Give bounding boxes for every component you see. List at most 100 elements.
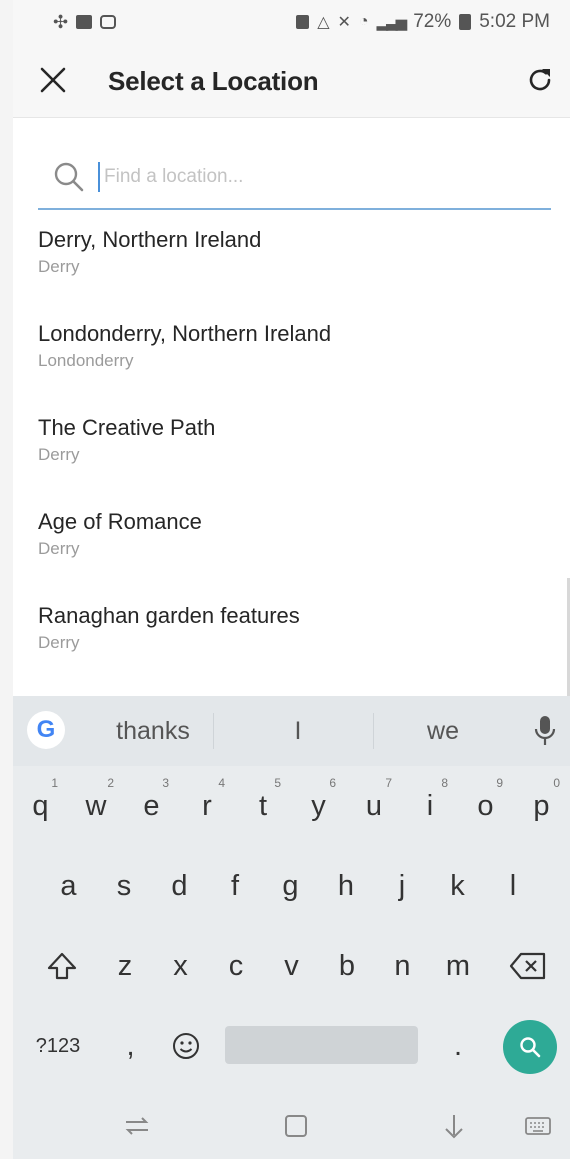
location-name: Derry, Northern Ireland	[38, 227, 262, 252]
search-input[interactable]	[98, 162, 518, 192]
key-q[interactable]: q1	[13, 766, 68, 846]
symbols-key[interactable]: ?123	[18, 1006, 98, 1086]
key-u[interactable]: u7	[346, 766, 402, 846]
key-t[interactable]: t5	[235, 766, 291, 846]
key-y[interactable]: y6	[291, 766, 346, 846]
app-header: Select a Location	[13, 44, 570, 118]
key-h[interactable]: h	[318, 846, 374, 926]
backspace-key[interactable]	[493, 926, 563, 1006]
key-label: t	[258, 789, 268, 822]
list-item[interactable]: Derry, Northern Ireland Derry	[38, 226, 558, 320]
key-label: u	[365, 789, 383, 822]
recent-apps-icon	[125, 1117, 149, 1135]
key-hint: 5	[274, 776, 281, 790]
search-icon	[520, 1037, 541, 1058]
key-w[interactable]: w2	[68, 766, 124, 846]
phone-screen: ✣ △ ✕ ◔ ▂▃▅ 72% 5:02 PM Select a Locatio…	[13, 0, 570, 1159]
soft-keyboard: G thanks I we q1 w2 e3 r4 t5 y6 u7 i8 o …	[13, 696, 570, 1159]
back-button[interactable]	[437, 1109, 471, 1143]
key-hint: 7	[385, 776, 392, 790]
key-row-4: ?123 , .	[13, 1006, 570, 1086]
status-bar: ✣ △ ✕ ◔ ▂▃▅ 72% 5:02 PM	[13, 0, 570, 44]
list-item[interactable]: Londonderry, Northern Ireland Londonderr…	[38, 320, 558, 414]
suggestion-3[interactable]: we	[373, 696, 513, 766]
location-name: Ranaghan garden features	[38, 603, 300, 628]
keyboard-switch-button[interactable]	[521, 1109, 555, 1143]
period-key[interactable]: .	[433, 1006, 483, 1086]
list-item[interactable]: The Creative Path Derry	[38, 414, 558, 508]
lock-icon	[296, 15, 310, 29]
clock: 5:02 PM	[479, 11, 550, 32]
suggestion-2[interactable]: I	[223, 696, 373, 766]
key-v[interactable]: v	[264, 926, 319, 1006]
backspace-icon	[509, 952, 546, 980]
location-subtitle: Derry	[38, 539, 80, 558]
key-g[interactable]: g	[263, 846, 318, 926]
list-item[interactable]: Ranaghan garden features Derry	[38, 602, 558, 696]
key-label: r	[202, 789, 212, 822]
key-j[interactable]: j	[374, 846, 430, 926]
key-label: y	[311, 789, 326, 822]
key-row-2: a s d f g h j k l	[13, 846, 570, 926]
refresh-icon	[529, 69, 551, 91]
key-hint: 9	[496, 776, 503, 790]
key-label: o	[477, 789, 494, 822]
key-label: w	[85, 789, 107, 822]
video-icon	[76, 15, 93, 29]
key-d[interactable]: d	[152, 846, 207, 926]
status-left-icons: ✣	[53, 11, 117, 33]
key-m[interactable]: m	[430, 926, 486, 1006]
refresh-button[interactable]	[522, 62, 558, 98]
key-hint: 2	[107, 776, 114, 790]
shift-key[interactable]	[27, 926, 97, 1006]
google-icon[interactable]: G	[27, 711, 65, 749]
key-row-1: q1 w2 e3 r4 t5 y6 u7 i8 o9 p0	[13, 766, 570, 846]
key-s[interactable]: s	[96, 846, 152, 926]
location-list-panel: Derry, Northern Ireland Derry Londonderr…	[13, 118, 570, 698]
key-b[interactable]: b	[319, 926, 375, 1006]
key-a[interactable]: a	[41, 846, 96, 926]
home-icon	[285, 1115, 307, 1137]
home-button[interactable]	[279, 1109, 313, 1143]
emoji-icon	[172, 1033, 199, 1059]
key-i[interactable]: i8	[402, 766, 458, 846]
recent-apps-button[interactable]	[120, 1109, 154, 1143]
key-l[interactable]: l	[485, 846, 541, 926]
comma-key[interactable]: ,	[108, 1006, 153, 1086]
key-k[interactable]: k	[430, 846, 485, 926]
key-hint: 8	[441, 776, 448, 790]
page-title: Select a Location	[108, 66, 319, 96]
close-icon	[40, 67, 66, 93]
battery-icon	[459, 14, 472, 30]
key-f[interactable]: f	[207, 846, 263, 926]
key-o[interactable]: o9	[458, 766, 513, 846]
search-action-key[interactable]	[503, 1020, 557, 1074]
space-key[interactable]	[225, 1026, 418, 1064]
location-subtitle: Derry	[38, 445, 80, 464]
key-e[interactable]: e3	[124, 766, 179, 846]
battery-percent: 72%	[413, 11, 452, 32]
key-label: e	[143, 789, 160, 822]
instagram-icon	[100, 15, 117, 29]
key-c[interactable]: c	[208, 926, 264, 1006]
key-x[interactable]: x	[153, 926, 208, 1006]
emoji-key[interactable]	[158, 1006, 213, 1086]
slack-icon: ✣	[53, 11, 69, 32]
mic-button[interactable]	[530, 714, 560, 748]
key-p[interactable]: p0	[513, 766, 570, 846]
key-row-3: z x c v b n m	[13, 926, 570, 1006]
key-hint: 1	[51, 776, 58, 790]
key-z[interactable]: z	[97, 926, 153, 1006]
location-name: Age of Romance	[38, 509, 202, 534]
key-n[interactable]: n	[375, 926, 430, 1006]
drive-icon: △	[317, 14, 330, 31]
keyboard-icon	[525, 1117, 551, 1135]
suggestion-divider	[213, 713, 214, 749]
key-r[interactable]: r4	[179, 766, 235, 846]
close-button[interactable]	[35, 62, 71, 98]
suggestion-1[interactable]: thanks	[83, 696, 223, 766]
results-list: Derry, Northern Ireland Derry Londonderr…	[38, 226, 558, 696]
location-subtitle: Derry	[38, 633, 80, 652]
list-item[interactable]: Age of Romance Derry	[38, 508, 558, 602]
mute-icon: ✕	[337, 14, 351, 31]
